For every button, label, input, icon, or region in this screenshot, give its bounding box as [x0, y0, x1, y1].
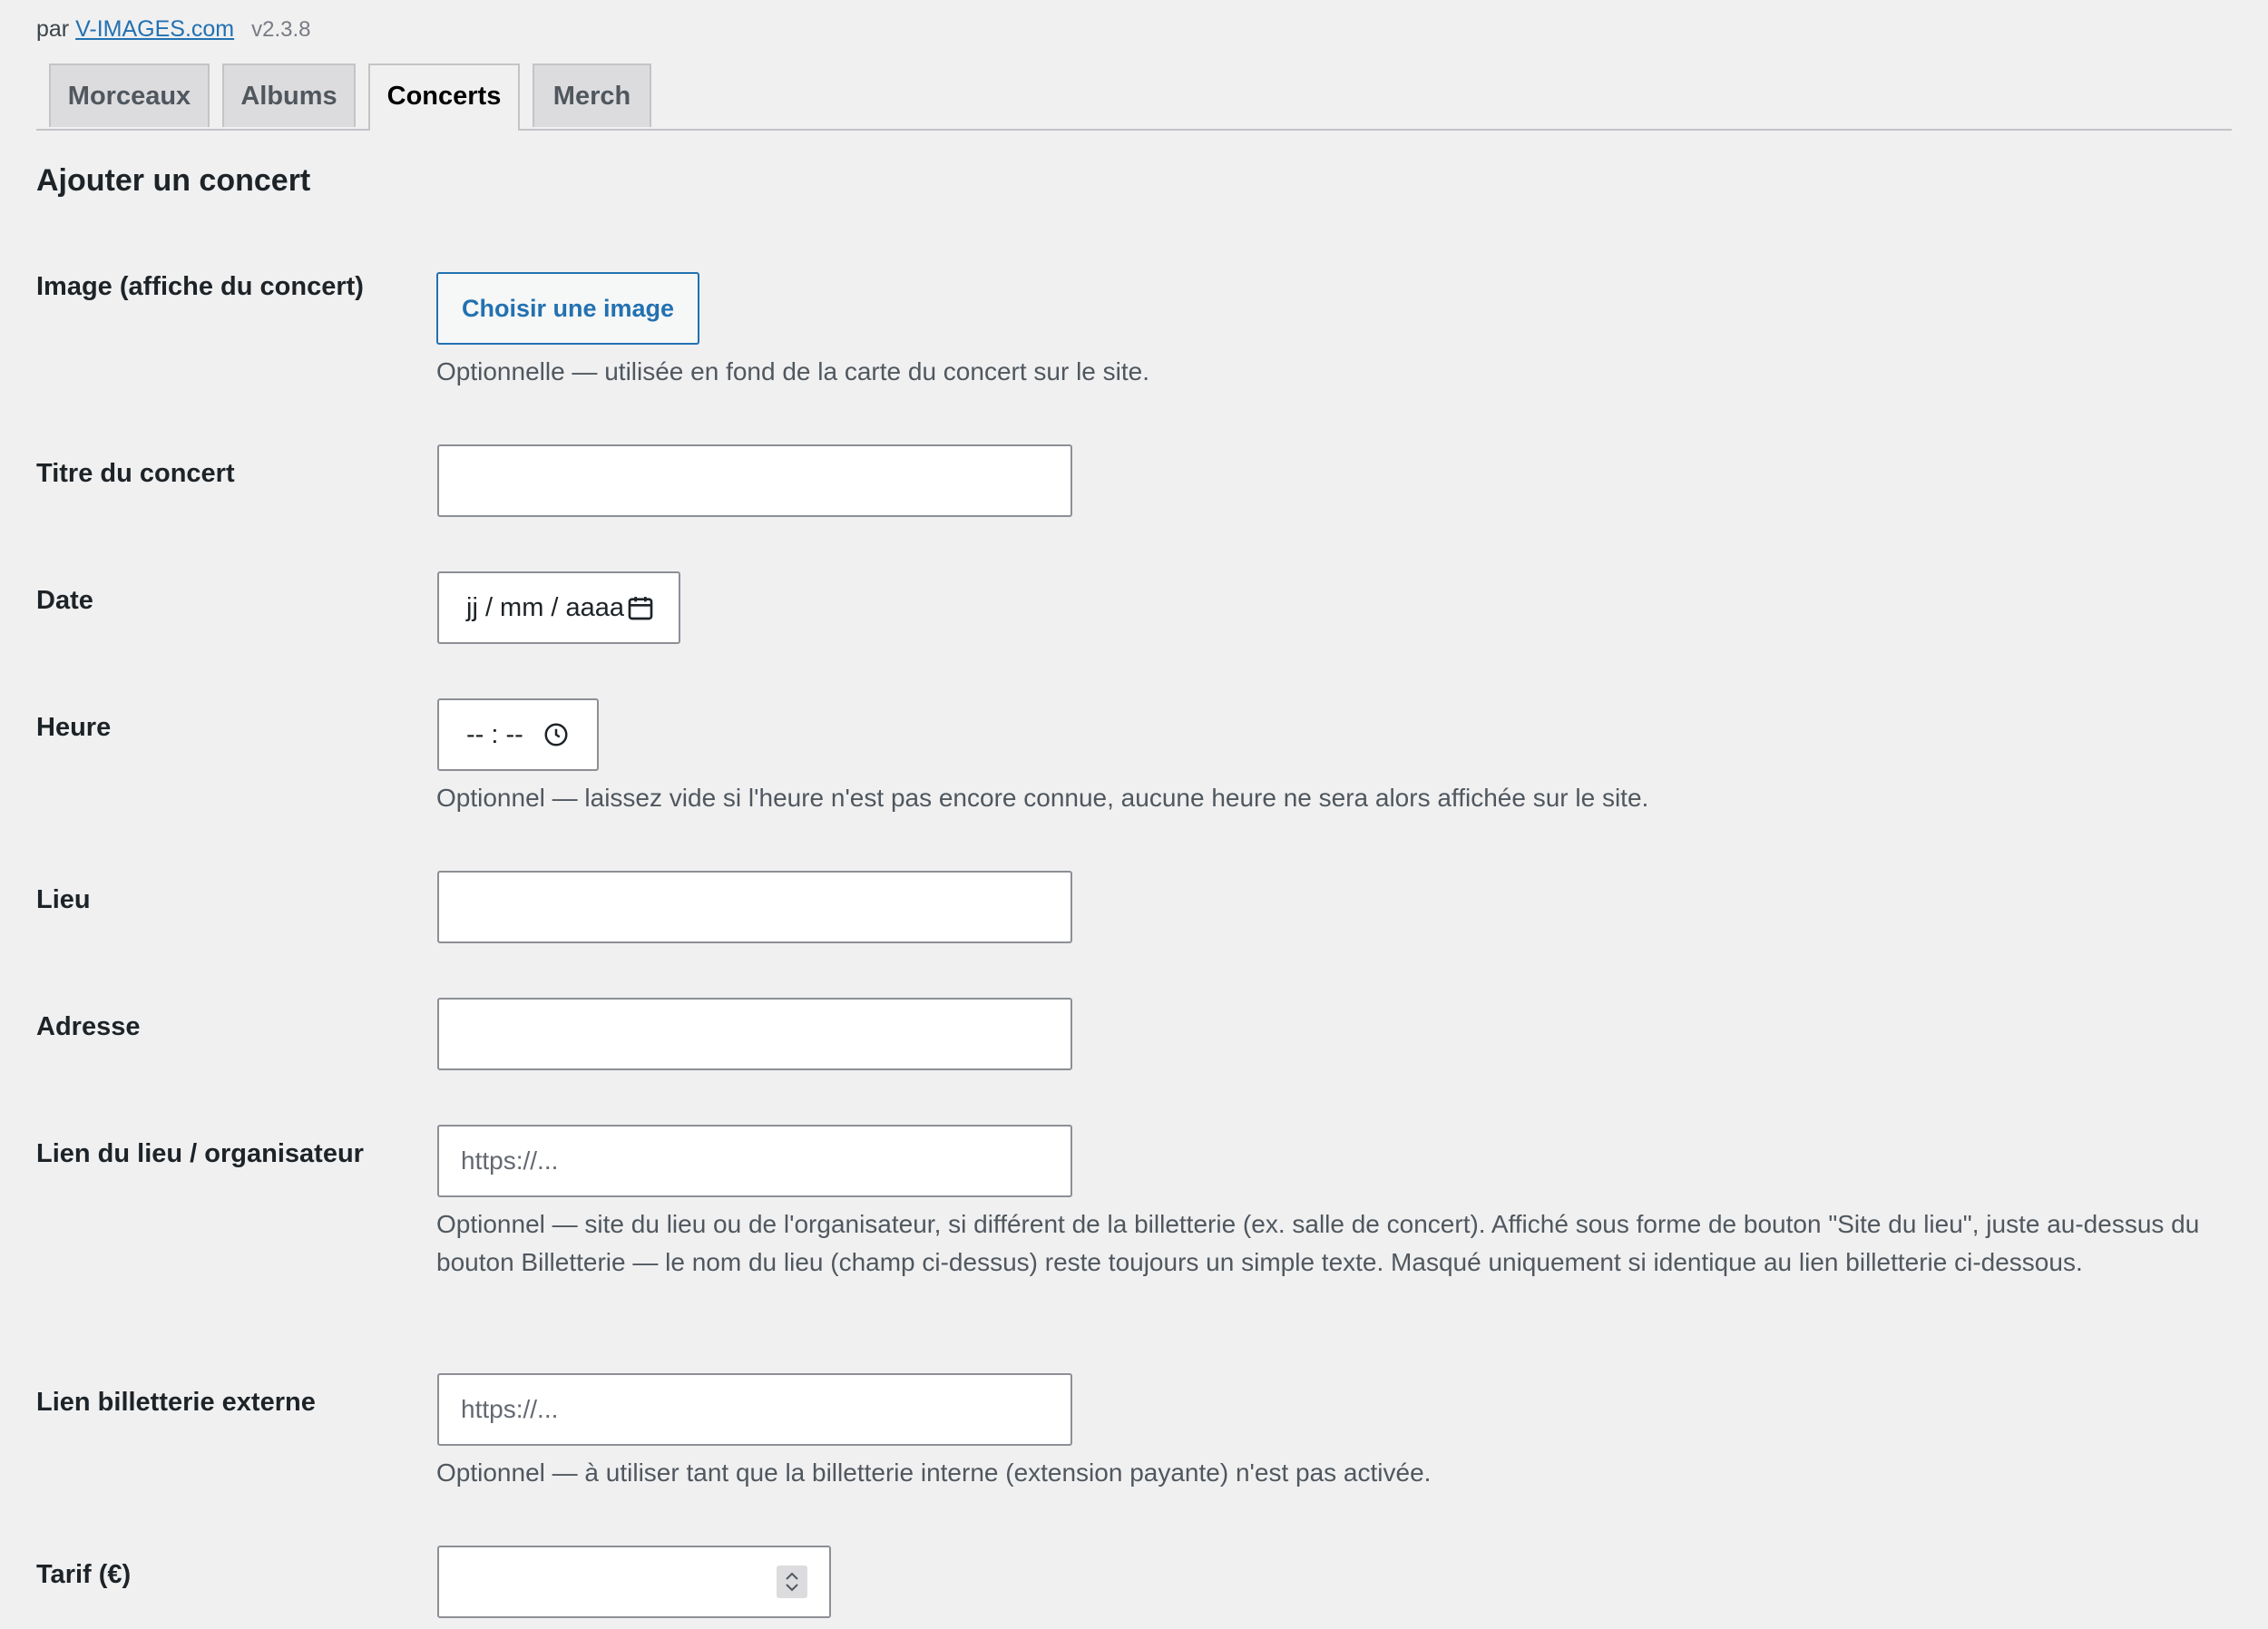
version-label: v2.3.8 [251, 17, 311, 42]
calendar-icon[interactable] [626, 593, 655, 622]
stepper-arrows-icon [786, 1572, 798, 1592]
venue-link-help: Optionnel — site du lieu ou de l'organis… [436, 1210, 2200, 1276]
ticket-link-help: Optionnel — à utiliser tant que la bille… [436, 1458, 1432, 1487]
time-input[interactable]: -- : -- [437, 698, 599, 771]
address-label: Adresse [36, 1012, 141, 1041]
venue-label: Lieu [36, 885, 91, 914]
section-title: Ajouter un concert [36, 163, 311, 198]
time-label: Heure [36, 713, 112, 742]
time-help: Optionnel — laissez vide si l'heure n'es… [436, 784, 1649, 812]
image-help: Optionnelle — utilisée en fond de la car… [436, 357, 1149, 385]
address-input[interactable] [437, 998, 1072, 1070]
choose-image-button[interactable]: Choisir une image [436, 272, 699, 345]
plugin-byline: par V-IMAGES.com v2.3.8 [36, 16, 310, 43]
tab-albums[interactable]: Albums [222, 63, 356, 127]
vendor-link[interactable]: V-IMAGES.com [75, 16, 234, 42]
time-placeholder: -- : -- [466, 720, 523, 749]
date-input[interactable]: jj / mm / aaaa [437, 571, 680, 644]
tab-concerts[interactable]: Concerts [368, 63, 520, 131]
clock-icon[interactable] [543, 721, 570, 748]
image-label: Image (affiche du concert) [36, 272, 364, 301]
ticket-link-placeholder: https://... [461, 1395, 559, 1423]
tab-bar: Morceaux Albums Concerts Merch [36, 63, 2232, 131]
price-stepper[interactable] [777, 1566, 807, 1598]
venue-link-placeholder: https://... [461, 1146, 559, 1175]
venue-input[interactable] [437, 871, 1072, 943]
tab-morceaux[interactable]: Morceaux [49, 63, 210, 127]
title-input[interactable] [437, 444, 1072, 517]
date-label: Date [36, 586, 93, 615]
venue-link-label: Lien du lieu / organisateur [36, 1139, 364, 1168]
byline-prefix: par [36, 16, 70, 42]
tab-merch[interactable]: Merch [533, 63, 651, 127]
price-input[interactable] [437, 1546, 831, 1618]
ticket-link-input[interactable]: https://... [437, 1373, 1072, 1446]
price-label: Tarif (€) [36, 1560, 132, 1589]
ticket-link-label: Lien billetterie externe [36, 1388, 316, 1417]
title-label: Titre du concert [36, 459, 235, 488]
venue-link-input[interactable]: https://... [437, 1125, 1072, 1197]
date-placeholder: jj / mm / aaaa [466, 593, 625, 622]
